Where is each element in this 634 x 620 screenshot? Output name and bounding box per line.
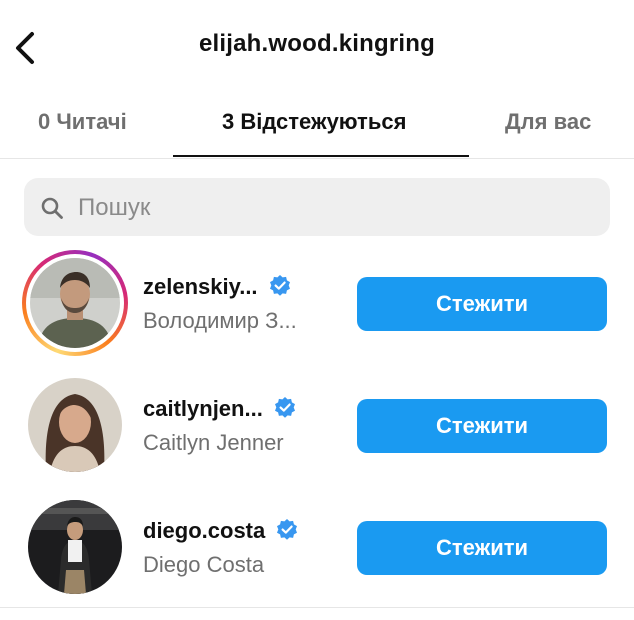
avatar (28, 500, 122, 594)
account-row: caitlynjen... Caitlyn Jenner Стежити (0, 372, 634, 482)
avatar-wrapper[interactable] (22, 494, 128, 600)
tab-bar: 0 Читачі 3 Відстежуються Для вас (0, 92, 634, 159)
search-bar[interactable] (24, 178, 610, 236)
username-text: diego.costa (143, 518, 266, 543)
username-link[interactable]: caitlynjen... (143, 396, 297, 422)
verified-badge-icon (274, 397, 295, 418)
active-tab-indicator (173, 155, 469, 157)
search-input[interactable] (76, 188, 580, 228)
avatar-with-story[interactable] (22, 250, 128, 356)
follow-button[interactable]: Стежити (357, 399, 607, 453)
username-text: zelenskiy... (143, 274, 258, 299)
page-title: elijah.wood.kingring (198, 30, 435, 57)
full-name: Caitlyn Jenner (143, 430, 284, 455)
avatar (30, 258, 120, 348)
avatar (28, 378, 122, 472)
username-link[interactable]: zelenskiy... (143, 274, 292, 300)
divider (0, 607, 634, 608)
tab-followers[interactable]: 0 Читачі (38, 109, 127, 135)
top-bar: elijah.wood.kingring (0, 0, 634, 92)
username-text: caitlynjen... (143, 396, 263, 421)
full-name: Diego Costa (143, 552, 265, 577)
username-link[interactable]: diego.costa (143, 518, 299, 544)
tab-for-you[interactable]: Для вас (505, 109, 591, 135)
account-row: zelenskiy... Володимир З... Стежити (0, 250, 634, 360)
verified-badge-icon (269, 275, 290, 296)
tab-following[interactable]: 3 Відстежуються (222, 109, 406, 135)
follow-button[interactable]: Стежити (357, 277, 607, 331)
follow-button[interactable]: Стежити (357, 521, 607, 575)
account-row: diego.costa Diego Costa Стежити (0, 494, 634, 604)
verified-badge-icon (277, 519, 298, 540)
full-name: Володимир З... (143, 308, 297, 333)
avatar-wrapper[interactable] (22, 372, 128, 478)
search-icon (41, 197, 63, 219)
